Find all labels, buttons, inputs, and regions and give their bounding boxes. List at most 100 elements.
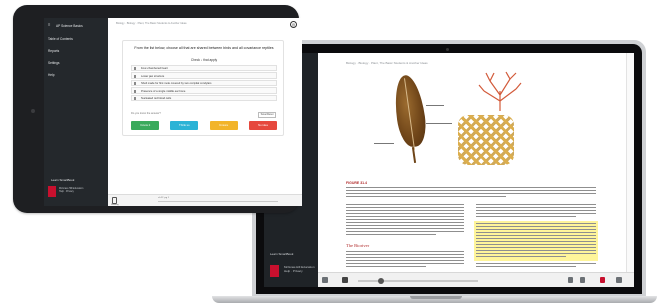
text-line bbox=[476, 253, 596, 255]
think-so-button[interactable]: Think so bbox=[170, 121, 199, 130]
tablet-screen: ≡ AP Science Basics Table of Contents Re… bbox=[44, 18, 302, 206]
leaf-illustration bbox=[391, 73, 429, 149]
tablet-sidebar: ≡ AP Science Basics Table of Contents Re… bbox=[44, 18, 108, 206]
font-icon[interactable] bbox=[600, 277, 605, 283]
text-line bbox=[476, 256, 566, 258]
answer-options: Four-chambered heart Lower jaw structure… bbox=[131, 65, 277, 102]
page-scrubber-track[interactable] bbox=[358, 280, 478, 282]
book-icon[interactable] bbox=[112, 197, 117, 204]
text-line bbox=[476, 244, 596, 246]
text-line bbox=[346, 204, 464, 206]
logo-text-line: Help · Privacy bbox=[284, 269, 303, 273]
laptop-screen: Learn SmartBook McGraw-Hill Education He… bbox=[264, 53, 634, 287]
text-line bbox=[346, 257, 464, 259]
text-line bbox=[476, 216, 576, 218]
answer-option[interactable]: Nucleated red blood cells bbox=[131, 94, 277, 102]
tablet-camera bbox=[31, 109, 35, 113]
mcgraw-hill-logo bbox=[270, 265, 279, 277]
logo-text-line: Help · Privacy bbox=[59, 190, 74, 194]
learn-smartbook-link[interactable]: Learn SmartBook bbox=[270, 252, 293, 256]
text-line bbox=[476, 263, 596, 265]
text-line bbox=[346, 266, 426, 268]
tablet-frame: ≡ AP Science Basics Table of Contents Re… bbox=[13, 5, 302, 213]
text-line bbox=[476, 204, 596, 206]
page-scrubber-track[interactable] bbox=[158, 201, 278, 203]
text-line bbox=[476, 247, 596, 249]
checkbox[interactable] bbox=[133, 89, 137, 93]
learn-smartbook-link[interactable]: Learn SmartBook bbox=[51, 178, 74, 182]
i-know-it-button[interactable]: I know it bbox=[131, 121, 159, 130]
text-line bbox=[346, 213, 464, 215]
text-line bbox=[346, 263, 464, 265]
answer-option-label: Presence of a single middle ear bone bbox=[141, 89, 186, 93]
play-icon[interactable] bbox=[342, 277, 348, 283]
reset-button[interactable]: Save/Reset bbox=[258, 112, 276, 118]
sidebar-item-table-of-contents[interactable]: Table of Contents bbox=[48, 37, 73, 41]
reader-content: Biology · Biology · Plant, The Basic Stu… bbox=[318, 53, 634, 287]
text-line bbox=[476, 207, 596, 209]
leaf-stalk bbox=[411, 146, 417, 164]
text-line bbox=[346, 193, 596, 195]
answer-option[interactable]: Shell made for first mole covered by two… bbox=[131, 79, 277, 87]
answer-option-label: Lower jaw structure bbox=[141, 74, 165, 78]
reader-side-toolbar bbox=[626, 53, 634, 272]
figure-leader-line bbox=[374, 143, 394, 144]
answer-option-label: Four-chambered heart bbox=[141, 67, 168, 71]
answer-option[interactable]: Lower jaw structure bbox=[131, 72, 277, 79]
confidence-prompt: Do you know the answer? bbox=[131, 112, 161, 115]
text-line bbox=[476, 266, 576, 268]
text-line bbox=[476, 241, 596, 243]
confidence-buttons: I know it Think so Unsure No idea bbox=[131, 121, 277, 130]
text-line bbox=[346, 207, 464, 209]
reader-bottom-toolbar bbox=[318, 272, 634, 287]
text-line bbox=[476, 213, 596, 215]
reading-label: Reading bbox=[111, 204, 119, 206]
checkbox[interactable] bbox=[133, 74, 137, 78]
answer-option[interactable]: Four-chambered heart bbox=[131, 65, 277, 72]
next-icon[interactable] bbox=[580, 277, 585, 283]
page-scrubber-thumb[interactable] bbox=[378, 278, 384, 284]
tablet-bottom-toolbar: Reading ch.12 ·pg 1 bbox=[108, 194, 302, 206]
text-line bbox=[346, 225, 464, 227]
text-line bbox=[346, 254, 464, 256]
page-indicator: ch.12 ·pg 1 bbox=[158, 197, 169, 199]
logo-text: McGraw-Hill Education Help · Privacy bbox=[284, 265, 315, 273]
text-line bbox=[346, 222, 464, 224]
text-line bbox=[476, 223, 596, 225]
text-line bbox=[346, 216, 464, 218]
unsure-button[interactable]: Unsure bbox=[209, 121, 238, 130]
cell-lattice-illustration bbox=[458, 115, 514, 165]
coral-illustration bbox=[478, 71, 522, 111]
checkbox[interactable] bbox=[133, 97, 137, 101]
answer-option-label: Shell made for first mole covered by two… bbox=[141, 82, 212, 86]
figure-leader-line bbox=[426, 123, 452, 124]
hamburger-icon[interactable]: ≡ bbox=[48, 23, 50, 27]
question-panel: Biology · Biology · Plant, The Basic Stu… bbox=[108, 18, 302, 206]
text-line bbox=[476, 232, 596, 234]
checkbox[interactable] bbox=[133, 82, 137, 86]
answer-option-label: Nucleated red blood cells bbox=[141, 97, 172, 101]
back-icon[interactable] bbox=[568, 277, 573, 283]
course-title: AP Science Basics bbox=[56, 24, 83, 28]
laptop-camera bbox=[446, 48, 449, 51]
text-line bbox=[346, 210, 464, 212]
account-icon[interactable]: ◎ bbox=[290, 21, 297, 28]
text-line bbox=[476, 238, 596, 240]
text-line bbox=[346, 228, 464, 230]
question-card: From the list below, choose all that are… bbox=[122, 40, 284, 136]
answer-option[interactable]: Presence of a single middle ear bone bbox=[131, 87, 277, 94]
text-line bbox=[346, 260, 464, 262]
checkbox[interactable] bbox=[133, 67, 137, 71]
text-line bbox=[476, 210, 596, 212]
book-icon[interactable] bbox=[322, 277, 328, 283]
mcgraw-hill-logo bbox=[48, 186, 56, 197]
menu-icon[interactable] bbox=[616, 277, 622, 283]
sidebar-item-help[interactable]: Help bbox=[48, 73, 55, 77]
logo-text: McGraw-Hill Education Help · Privacy bbox=[59, 187, 83, 193]
sidebar-item-reports[interactable]: Reports bbox=[48, 49, 59, 53]
no-idea-button[interactable]: No idea bbox=[248, 121, 277, 130]
text-line bbox=[476, 226, 596, 228]
section-heading: The Bioriver bbox=[346, 243, 370, 248]
sidebar-item-settings[interactable]: Settings bbox=[48, 61, 60, 65]
text-line bbox=[476, 235, 596, 237]
